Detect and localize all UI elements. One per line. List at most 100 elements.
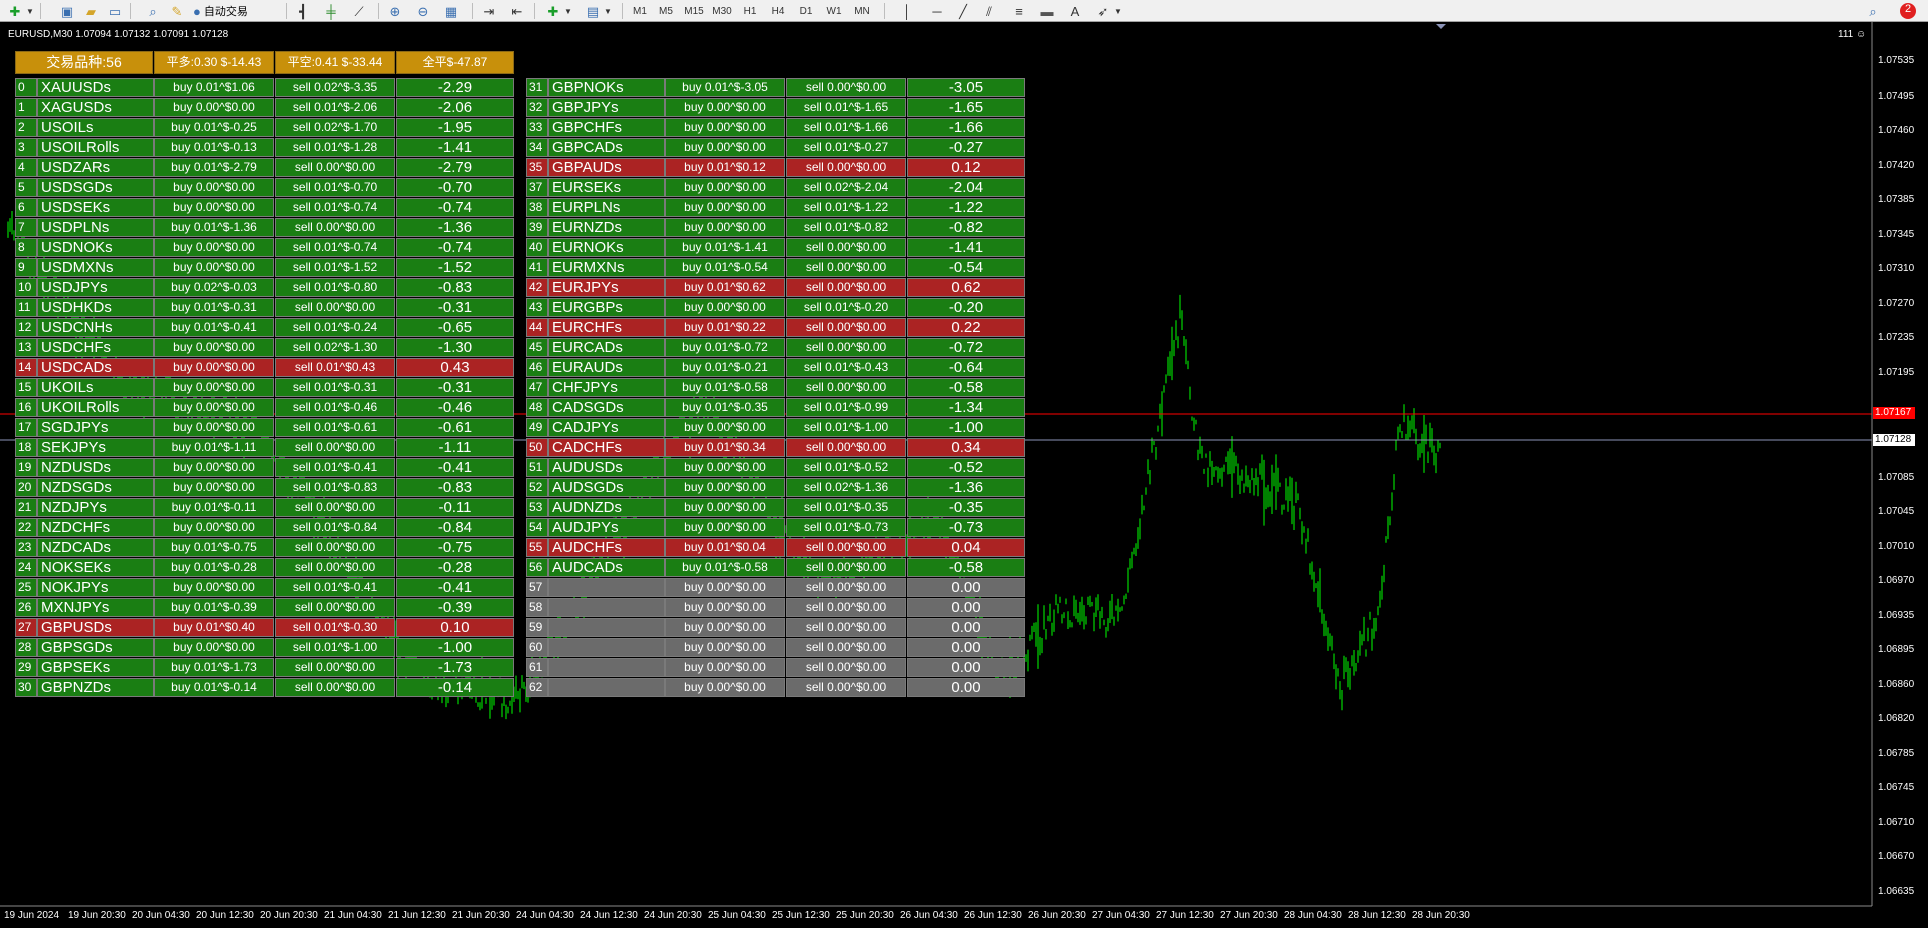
row-buy-button[interactable]: buy 0.00^$0.00 <box>154 398 274 417</box>
row-sell-button[interactable]: sell 0.00^$0.00 <box>275 658 395 677</box>
row-sell-button[interactable]: sell 0.00^$0.00 <box>786 618 906 637</box>
row-buy-button[interactable]: buy 0.01^$0.04 <box>665 538 785 557</box>
timeframe-m30[interactable]: M30 <box>709 1 735 21</box>
tile-windows-icon[interactable]: ▦ <box>440 1 462 21</box>
row-close-button[interactable]: -2.29 <box>396 78 514 97</box>
row-buy-button[interactable]: buy 0.00^$0.00 <box>154 98 274 117</box>
row-close-button[interactable]: 0.00 <box>907 578 1025 597</box>
row-close-button[interactable]: -1.36 <box>396 218 514 237</box>
search-icon[interactable]: ⌕ <box>1864 2 1882 20</box>
row-sell-button[interactable]: sell 0.00^$0.00 <box>275 218 395 237</box>
row-sell-button[interactable]: sell 0.00^$0.00 <box>786 338 906 357</box>
row-close-button[interactable]: -0.11 <box>396 498 514 517</box>
timeframe-h4[interactable]: H4 <box>765 1 791 21</box>
row-buy-button[interactable]: buy 0.00^$0.00 <box>665 678 785 697</box>
row-close-button[interactable]: -2.79 <box>396 158 514 177</box>
row-close-button[interactable]: -0.39 <box>396 598 514 617</box>
row-buy-button[interactable]: buy 0.01^$-0.39 <box>154 598 274 617</box>
row-close-button[interactable]: 0.04 <box>907 538 1025 557</box>
chart-shift-marker[interactable] <box>1436 24 1446 29</box>
row-close-button[interactable]: 0.00 <box>907 638 1025 657</box>
row-sell-button[interactable]: sell 0.01^$-0.27 <box>786 138 906 157</box>
row-sell-button[interactable]: sell 0.00^$0.00 <box>786 578 906 597</box>
row-buy-button[interactable]: buy 0.01^$-1.41 <box>665 238 785 257</box>
notifications-button[interactable]: 2 <box>1898 1 1918 21</box>
row-close-button[interactable]: -0.72 <box>907 338 1025 357</box>
row-sell-button[interactable]: sell 0.00^$0.00 <box>275 678 395 697</box>
row-sell-button[interactable]: sell 0.02^$-1.30 <box>275 338 395 357</box>
auto-trading-button[interactable]: ● 自动交易 <box>190 1 266 21</box>
row-buy-button[interactable]: buy 0.00^$0.00 <box>154 238 274 257</box>
row-close-button[interactable]: -0.41 <box>396 578 514 597</box>
row-close-button[interactable]: -1.41 <box>396 138 514 157</box>
row-sell-button[interactable]: sell 0.01^$-1.52 <box>275 258 395 277</box>
row-close-button[interactable]: -0.54 <box>907 258 1025 277</box>
row-sell-button[interactable]: sell 0.01^$-0.41 <box>275 578 395 597</box>
row-sell-button[interactable]: sell 0.01^$-0.24 <box>275 318 395 337</box>
profiles-icon[interactable]: ▣ <box>56 1 78 21</box>
row-sell-button[interactable]: sell 0.01^$-0.52 <box>786 458 906 477</box>
bar-chart-icon[interactable]: ┫ <box>292 1 314 21</box>
row-buy-button[interactable]: buy 0.00^$0.00 <box>154 358 274 377</box>
new-order-icon[interactable]: ✚ <box>4 1 26 21</box>
timeframe-m1[interactable]: M1 <box>627 1 653 21</box>
row-sell-button[interactable]: sell 0.01^$-1.00 <box>786 418 906 437</box>
chevron-down-icon[interactable]: ▼ <box>24 1 36 21</box>
row-close-button[interactable]: -0.82 <box>907 218 1025 237</box>
row-buy-button[interactable]: buy 0.00^$0.00 <box>665 658 785 677</box>
text-label-icon[interactable]: A <box>1064 1 1086 21</box>
row-sell-button[interactable]: sell 0.01^$-0.31 <box>275 378 395 397</box>
row-buy-button[interactable]: buy 0.00^$0.00 <box>665 518 785 537</box>
row-close-button[interactable]: -0.65 <box>396 318 514 337</box>
row-buy-button[interactable]: buy 0.01^$-0.35 <box>665 398 785 417</box>
row-buy-button[interactable]: buy 0.00^$0.00 <box>665 598 785 617</box>
navigator-icon[interactable]: ⌕ <box>142 1 164 21</box>
row-sell-button[interactable]: sell 0.01^$-0.70 <box>275 178 395 197</box>
row-sell-button[interactable]: sell 0.00^$0.00 <box>786 538 906 557</box>
row-buy-button[interactable]: buy 0.01^$0.62 <box>665 278 785 297</box>
row-buy-button[interactable]: buy 0.01^$-2.79 <box>154 158 274 177</box>
row-close-button[interactable]: -0.31 <box>396 298 514 317</box>
row-close-button[interactable]: -0.74 <box>396 238 514 257</box>
row-buy-button[interactable]: buy 0.00^$0.00 <box>665 578 785 597</box>
row-close-button[interactable]: 0.10 <box>396 618 514 637</box>
row-close-button[interactable]: -1.00 <box>907 418 1025 437</box>
close-buy-button[interactable]: 平多:0.30 $-14.43 <box>154 51 274 74</box>
row-buy-button[interactable]: buy 0.00^$0.00 <box>665 418 785 437</box>
close-sell-button[interactable]: 平空:0.41 $-33.44 <box>275 51 395 74</box>
edit-icon[interactable]: ✎ <box>166 1 188 21</box>
row-sell-button[interactable]: sell 0.01^$-0.46 <box>275 398 395 417</box>
row-close-button[interactable]: 0.43 <box>396 358 514 377</box>
row-close-button[interactable]: 0.00 <box>907 678 1025 697</box>
row-close-button[interactable]: -0.84 <box>396 518 514 537</box>
row-buy-button[interactable]: buy 0.00^$0.00 <box>665 138 785 157</box>
timeframe-m5[interactable]: M5 <box>653 1 679 21</box>
row-close-button[interactable]: -0.83 <box>396 478 514 497</box>
row-close-button[interactable]: -1.65 <box>907 98 1025 117</box>
row-sell-button[interactable]: sell 0.02^$-1.36 <box>786 478 906 497</box>
row-sell-button[interactable]: sell 0.01^$-0.30 <box>275 618 395 637</box>
row-close-button[interactable]: 0.22 <box>907 318 1025 337</box>
row-sell-button[interactable]: sell 0.01^$-0.20 <box>786 298 906 317</box>
row-buy-button[interactable]: buy 0.00^$0.00 <box>665 198 785 217</box>
row-sell-button[interactable]: sell 0.00^$0.00 <box>786 238 906 257</box>
row-buy-button[interactable]: buy 0.00^$0.00 <box>665 178 785 197</box>
row-close-button[interactable]: -1.52 <box>396 258 514 277</box>
row-close-button[interactable]: -1.95 <box>396 118 514 137</box>
row-sell-button[interactable]: sell 0.00^$0.00 <box>275 158 395 177</box>
row-buy-button[interactable]: buy 0.00^$0.00 <box>665 298 785 317</box>
row-buy-button[interactable]: buy 0.01^$-0.41 <box>154 318 274 337</box>
row-close-button[interactable]: 0.00 <box>907 658 1025 677</box>
fibonacci-icon[interactable]: ≡ <box>1008 1 1030 21</box>
row-buy-button[interactable]: buy 0.01^$0.12 <box>665 158 785 177</box>
templates-icon[interactable]: ▤ <box>582 1 604 21</box>
row-close-button[interactable]: -1.22 <box>907 198 1025 217</box>
row-buy-button[interactable]: buy 0.00^$0.00 <box>665 478 785 497</box>
row-close-button[interactable]: -1.36 <box>907 478 1025 497</box>
chevron-down-icon[interactable]: ▼ <box>1112 1 1124 21</box>
line-chart-icon[interactable]: ⟋ <box>348 1 370 21</box>
row-buy-button[interactable]: buy 0.01^$-0.11 <box>154 498 274 517</box>
row-close-button[interactable]: 0.34 <box>907 438 1025 457</box>
row-sell-button[interactable]: sell 0.01^$-1.22 <box>786 198 906 217</box>
row-close-button[interactable]: -1.34 <box>907 398 1025 417</box>
